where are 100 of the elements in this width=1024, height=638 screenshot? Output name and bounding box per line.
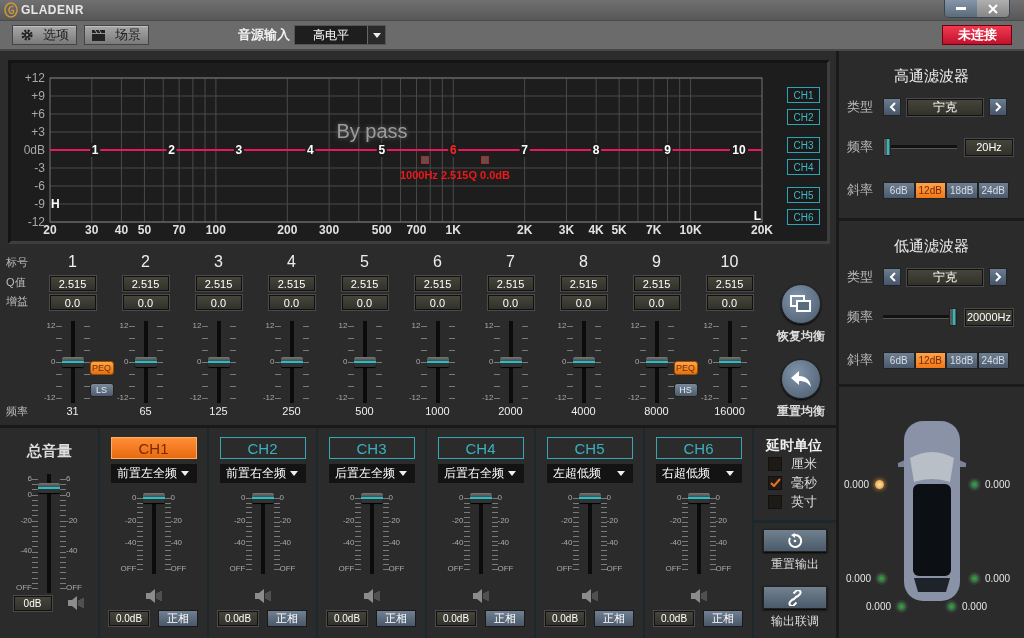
fader-thumb[interactable] xyxy=(426,357,449,367)
previous-button[interactable] xyxy=(883,268,901,286)
speaker-dot[interactable] xyxy=(970,479,979,489)
speaker-icon[interactable] xyxy=(144,588,163,604)
speaker-icon[interactable] xyxy=(253,588,272,604)
band-marker[interactable]: 4 xyxy=(307,143,314,157)
gain-value-field[interactable]: 0.0 xyxy=(560,295,607,310)
fader-thumb[interactable] xyxy=(499,357,522,367)
gain-value-field[interactable]: 0.0 xyxy=(633,295,680,310)
channel-button[interactable]: CH2 xyxy=(787,109,820,125)
speaker-icon[interactable] xyxy=(689,588,708,604)
fader-thumb[interactable] xyxy=(251,493,274,503)
output-dropdown[interactable]: 前置右全频 xyxy=(219,464,306,483)
channel-button[interactable]: CH5 xyxy=(787,187,820,203)
fader-thumb[interactable] xyxy=(578,493,601,503)
filter-type-button[interactable]: HS xyxy=(673,383,698,397)
q-value-field[interactable]: 2.515 xyxy=(487,276,534,291)
source-dropdown[interactable]: 高电平 xyxy=(294,25,386,45)
q-value-field[interactable]: 2.515 xyxy=(414,276,461,291)
fader-thumb[interactable] xyxy=(134,357,157,367)
gain-value-field[interactable]: 0.0 xyxy=(706,295,753,310)
channel-volume-field[interactable]: 0.0dB xyxy=(327,611,367,626)
gain-value-field[interactable]: 0.0 xyxy=(414,295,461,310)
channel-volume-field[interactable]: 0.0dB xyxy=(109,611,149,626)
band-marker[interactable]: 8 xyxy=(592,143,600,157)
checkbox[interactable] xyxy=(768,456,782,471)
eq-action-button[interactable] xyxy=(781,359,821,399)
toolbar-button[interactable]: 场景 xyxy=(84,25,149,45)
q-value-field[interactable]: 2.515 xyxy=(268,276,315,291)
speaker-dot[interactable] xyxy=(970,573,979,583)
next-button[interactable] xyxy=(989,98,1007,116)
gain-value-field[interactable]: 0.0 xyxy=(49,295,96,310)
q-value-field[interactable]: 2.515 xyxy=(633,276,680,291)
filter-marker[interactable]: L xyxy=(753,209,761,223)
filter-type-button[interactable]: PEQ xyxy=(89,361,114,375)
q-value-field[interactable]: 2.515 xyxy=(560,276,607,291)
channel-tab[interactable]: CH3 xyxy=(328,437,415,459)
q-value-field[interactable]: 2.515 xyxy=(195,276,242,291)
channel-tab[interactable]: CH6 xyxy=(655,437,742,459)
band-marker[interactable]: 10 xyxy=(732,143,746,157)
channel-volume-field[interactable]: 0.0dB xyxy=(436,611,476,626)
fader-thumb[interactable] xyxy=(645,357,668,367)
checkbox[interactable] xyxy=(768,475,782,490)
fader-thumb[interactable] xyxy=(61,357,84,367)
slope-button[interactable]: 12dB xyxy=(914,351,946,369)
output-dropdown[interactable]: 前置左全频 xyxy=(110,464,197,483)
fader-thumb[interactable] xyxy=(38,482,60,493)
slope-button[interactable]: 18dB xyxy=(946,351,978,369)
slope-button[interactable]: 6dB xyxy=(883,181,915,199)
channel-button[interactable]: CH4 xyxy=(787,159,820,175)
phase-button[interactable]: 正相 xyxy=(703,610,743,627)
frequency-value-field[interactable]: 20000Hz xyxy=(965,308,1013,326)
band-marker[interactable]: 9 xyxy=(664,143,671,157)
band-marker[interactable]: 7 xyxy=(521,143,528,157)
q-handle[interactable] xyxy=(481,156,489,164)
band-marker[interactable]: 3 xyxy=(235,143,243,157)
fader-thumb[interactable] xyxy=(353,357,376,367)
filter-marker[interactable]: H xyxy=(51,197,60,211)
channel-tab[interactable]: CH2 xyxy=(219,437,306,459)
fader-thumb[interactable] xyxy=(687,493,710,503)
output-dropdown[interactable]: 右超低频 xyxy=(655,464,742,483)
checkbox[interactable] xyxy=(768,494,782,509)
speaker-dot[interactable] xyxy=(947,601,956,611)
band-marker[interactable]: 5 xyxy=(378,143,386,157)
fader-thumb[interactable] xyxy=(207,357,230,367)
channel-volume-field[interactable]: 0.0dB xyxy=(654,611,694,626)
speaker-dot[interactable] xyxy=(877,573,887,583)
output-action-button[interactable] xyxy=(763,586,827,609)
gain-value-field[interactable]: 0.0 xyxy=(195,295,242,310)
previous-button[interactable] xyxy=(883,98,901,116)
q-value-field[interactable]: 2.515 xyxy=(706,276,753,291)
band-marker[interactable]: 6 xyxy=(449,143,457,157)
slider-thumb[interactable] xyxy=(949,308,957,326)
band-marker[interactable]: 2 xyxy=(168,143,175,157)
output-dropdown[interactable]: 后置右全频 xyxy=(437,464,524,483)
speaker-icon[interactable] xyxy=(66,595,85,611)
slope-button[interactable]: 18dB xyxy=(946,181,978,199)
channel-button[interactable]: CH3 xyxy=(787,137,820,153)
phase-button[interactable]: 正相 xyxy=(594,610,634,627)
channel-tab[interactable]: CH1 xyxy=(110,437,197,459)
minimize-button[interactable] xyxy=(945,0,977,17)
band-marker[interactable]: 1 xyxy=(91,143,99,157)
phase-button[interactable]: 正相 xyxy=(158,610,198,627)
output-dropdown[interactable]: 左超低频 xyxy=(546,464,633,483)
speaker-icon[interactable] xyxy=(362,588,381,604)
slope-button[interactable]: 24dB xyxy=(977,181,1009,199)
output-dropdown[interactable]: 后置左全频 xyxy=(328,464,415,483)
fader-thumb[interactable] xyxy=(142,493,165,503)
channel-volume-field[interactable]: 0.0dB xyxy=(545,611,585,626)
gain-value-field[interactable]: 0.0 xyxy=(122,295,169,310)
speaker-icon[interactable] xyxy=(471,588,490,604)
master-volume-field[interactable]: 0dB xyxy=(13,596,52,611)
toolbar-button[interactable]: 选项 xyxy=(12,25,77,45)
q-handle[interactable] xyxy=(421,156,429,164)
gain-value-field[interactable]: 0.0 xyxy=(487,295,534,310)
speaker-dot[interactable] xyxy=(875,479,885,489)
eq-action-button[interactable] xyxy=(781,284,821,324)
channel-volume-field[interactable]: 0.0dB xyxy=(218,611,258,626)
speaker-dot[interactable] xyxy=(897,601,907,611)
slider-thumb[interactable] xyxy=(883,138,891,156)
